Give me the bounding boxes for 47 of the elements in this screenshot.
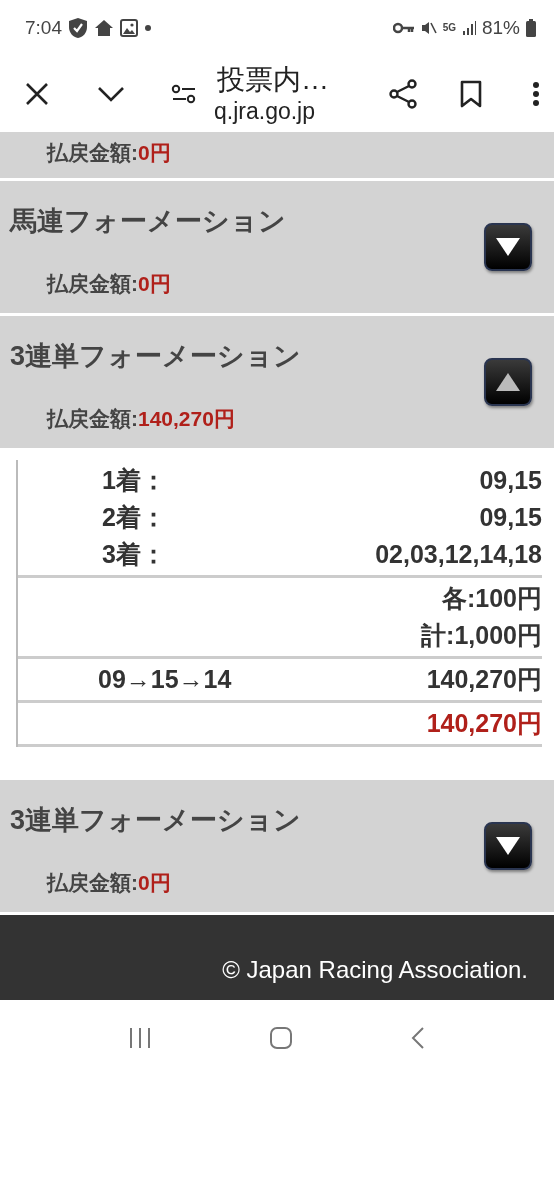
- triangle-down-icon: [495, 236, 521, 258]
- place-label: 1着：: [101, 465, 166, 496]
- section-title: 3連単フォーメーション: [10, 340, 303, 373]
- battery-icon: [526, 18, 536, 37]
- clock-time: 7:04: [25, 16, 62, 39]
- place-label: 3着：: [101, 539, 166, 570]
- horse-numbers: 09,15: [479, 466, 542, 495]
- triangle-down-icon: [495, 835, 521, 857]
- payout-amount: 払戻金額:0円: [45, 140, 172, 166]
- chevron-down-icon[interactable]: [97, 84, 125, 103]
- share-icon[interactable]: [388, 78, 418, 109]
- payout-amount: 払戻金額:140,270円: [45, 406, 236, 432]
- image-icon: [120, 18, 138, 37]
- close-icon[interactable]: [24, 80, 50, 107]
- home-icon[interactable]: [269, 1025, 293, 1050]
- battery-percent: 81%: [481, 16, 520, 39]
- more-icon[interactable]: [532, 80, 540, 107]
- toggle-button[interactable]: [484, 358, 532, 406]
- network-type: 5G: [442, 22, 456, 33]
- toggle-button[interactable]: [484, 223, 532, 271]
- shield-icon: [68, 16, 88, 39]
- horse-numbers: 02,03,12,14,18: [375, 540, 542, 569]
- section-title: 馬連フォーメーション: [10, 205, 287, 238]
- dot-icon: [144, 23, 152, 32]
- key-icon: [392, 21, 415, 34]
- winning-combination: 09→15→14: [97, 665, 232, 694]
- toggle-button[interactable]: [484, 822, 532, 870]
- payout-amount: 払戻金額:0円: [45, 870, 172, 896]
- back-icon[interactable]: [409, 1025, 426, 1050]
- recent-apps-icon[interactable]: [128, 1025, 153, 1050]
- home-icon: [94, 17, 114, 38]
- total-stake: 計:1,000円: [421, 620, 542, 651]
- place-label: 2着：: [101, 502, 166, 533]
- page-title: 投票内…: [217, 62, 329, 97]
- horse-numbers: 09,15: [479, 503, 542, 532]
- signal-icon: [461, 19, 476, 36]
- payout-value: 140,270円: [426, 664, 542, 695]
- sliders-icon[interactable]: [171, 83, 197, 104]
- section-title: 3連単フォーメーション: [10, 804, 303, 837]
- mute-icon: [420, 19, 437, 36]
- bookmark-icon[interactable]: [460, 79, 482, 108]
- page-url[interactable]: q.jra.go.jp: [214, 96, 315, 125]
- payout-total: 140,270円: [426, 708, 542, 739]
- payout-amount: 払戻金額:0円: [45, 271, 172, 297]
- triangle-up-icon: [495, 371, 521, 393]
- copyright-text: © Japan Racing Association.: [222, 956, 528, 984]
- unit-stake: 各:100円: [441, 583, 542, 614]
